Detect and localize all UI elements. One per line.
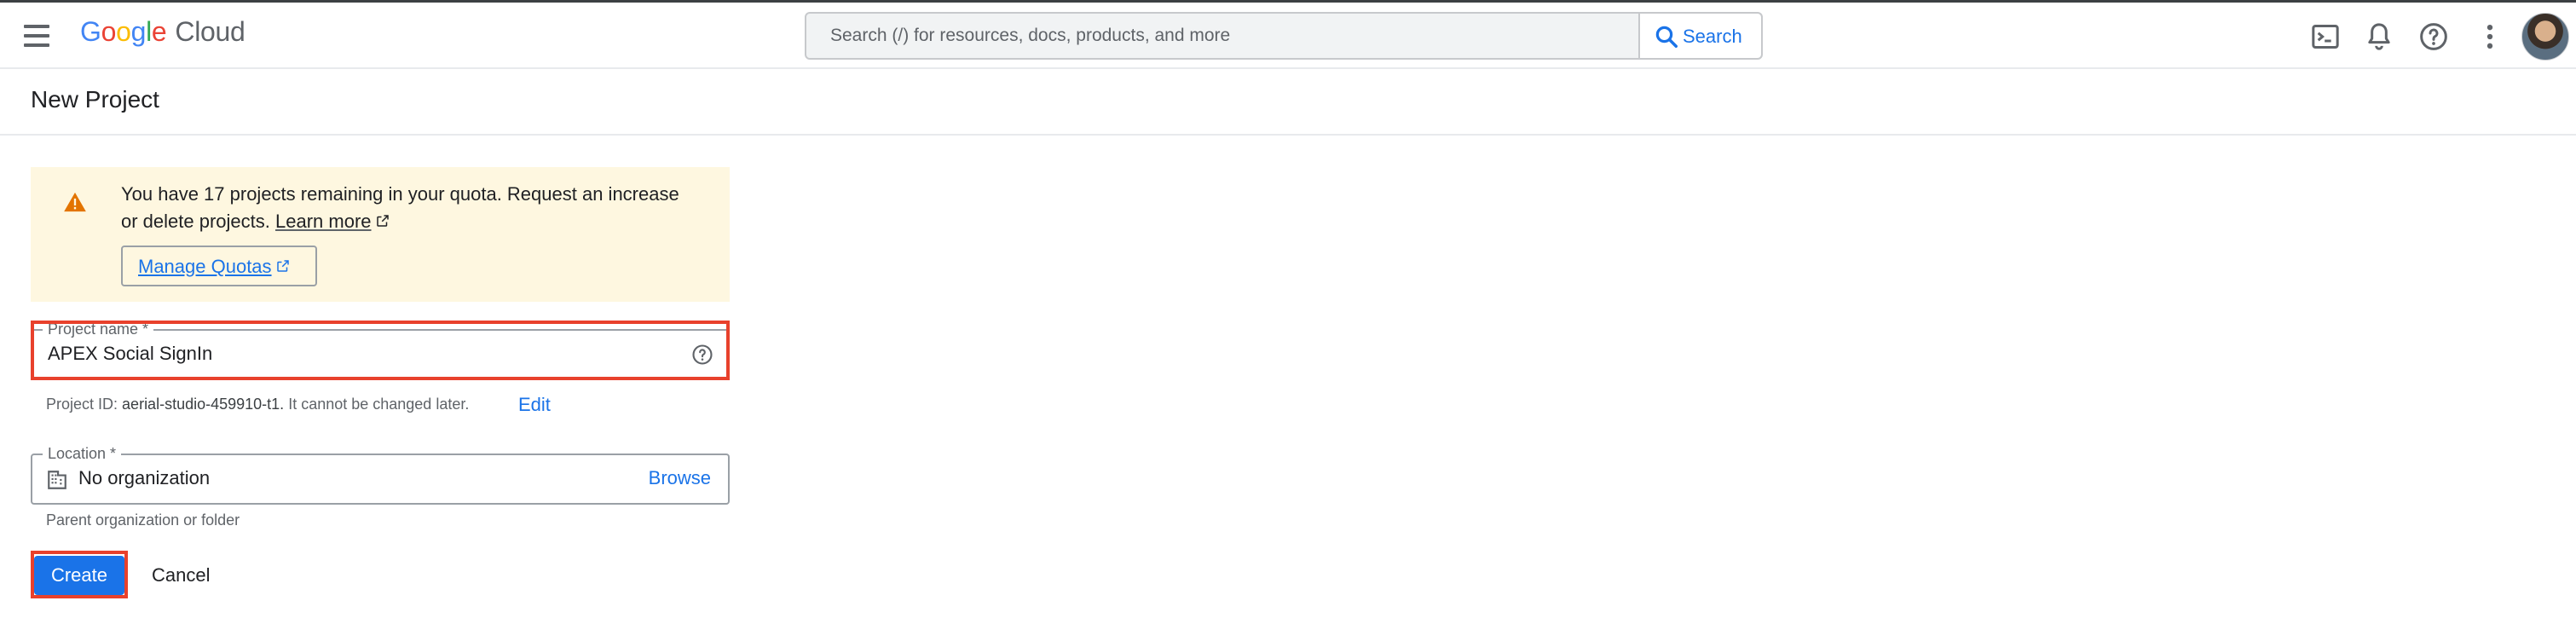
quota-message-line1: You have 17 projects remaining in your q… — [121, 183, 679, 205]
page-title-bar: New Project — [0, 69, 2576, 136]
google-cloud-logo[interactable]: Google Cloud — [80, 16, 245, 48]
top-app-bar: Google Cloud Search (/) for resources, do… — [0, 3, 2576, 69]
open-in-new-icon — [376, 215, 389, 227]
quota-warning-banner: You have 17 projects remaining in your q… — [31, 167, 730, 302]
organization-icon — [48, 471, 66, 489]
search-button-label: Search — [1683, 26, 1742, 47]
project-id-value: aerial-studio-459910-t1. — [122, 396, 285, 413]
project-id-suffix: It cannot be changed later. — [288, 396, 470, 413]
search-button[interactable]: Search — [1638, 14, 1761, 58]
avatar[interactable] — [2521, 13, 2569, 61]
open-in-new-icon — [276, 260, 289, 272]
help-icon[interactable] — [2417, 20, 2451, 54]
cloud-shell-icon[interactable] — [2308, 20, 2342, 54]
location-field[interactable]: Location * No organization Browse — [31, 445, 730, 505]
page-title: New Project — [31, 86, 159, 113]
quota-message: You have 17 projects remaining in your q… — [121, 181, 709, 235]
location-label: Location * — [43, 445, 122, 462]
cancel-button[interactable]: Cancel — [142, 556, 225, 595]
highlight-box-project-name — [31, 321, 730, 380]
manage-quotas-label: Manage Quotas — [138, 256, 291, 278]
edit-project-id-button[interactable]: Edit — [518, 394, 551, 416]
location-hint: Parent organization or folder — [46, 511, 240, 529]
learn-more-link[interactable]: Learn more — [275, 211, 390, 232]
more-vert-icon[interactable] — [2473, 20, 2507, 54]
learn-more-label: Learn more — [275, 211, 372, 232]
cloud-wordmark: Cloud — [175, 16, 245, 47]
highlight-box-create — [31, 551, 128, 598]
cancel-button-label: Cancel — [152, 564, 211, 586]
search-icon — [1655, 26, 1678, 48]
notifications-icon[interactable] — [2362, 20, 2396, 54]
project-id-hint: Project ID: aerial-studio-459910-t1. It … — [46, 396, 469, 413]
warning-icon — [64, 192, 86, 212]
search-input[interactable]: Search (/) for resources, docs, products… — [830, 26, 1230, 46]
menu-icon[interactable] — [19, 20, 56, 52]
quota-message-line2: or delete projects. — [121, 211, 270, 232]
manage-quotas-button[interactable]: Manage Quotas — [121, 246, 317, 286]
browse-button[interactable]: Browse — [649, 467, 711, 489]
project-id-prefix: Project ID: — [46, 396, 118, 413]
google-wordmark: Google — [80, 16, 167, 47]
search-bar[interactable]: Search (/) for resources, docs, products… — [805, 12, 1763, 60]
location-value: No organization — [78, 467, 211, 488]
